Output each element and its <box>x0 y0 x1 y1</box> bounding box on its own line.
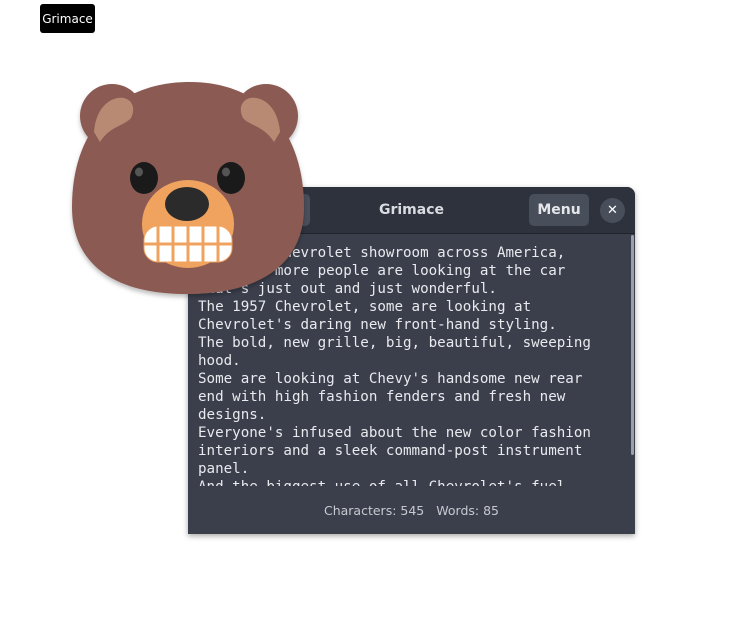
close-icon: ✕ <box>607 203 618 218</box>
menu-button[interactable]: Menu <box>529 194 589 226</box>
grimacing-bear-icon <box>72 81 304 294</box>
character-count: Characters: 545 <box>323 502 425 518</box>
bear-left-eye <box>130 162 158 194</box>
bear-right-eye <box>217 162 245 194</box>
tooltip-text: Grimace <box>42 11 93 26</box>
vertical-scrollbar[interactable] <box>631 235 634 455</box>
tooltip: Grimace <box>40 4 95 33</box>
bear-nose <box>165 187 209 221</box>
close-button[interactable]: ✕ <box>600 198 625 223</box>
grimace-teeth <box>143 225 233 263</box>
status-bar: Characters: 545 Words: 85 <box>188 486 635 534</box>
word-count: Words: 85 <box>436 502 499 518</box>
